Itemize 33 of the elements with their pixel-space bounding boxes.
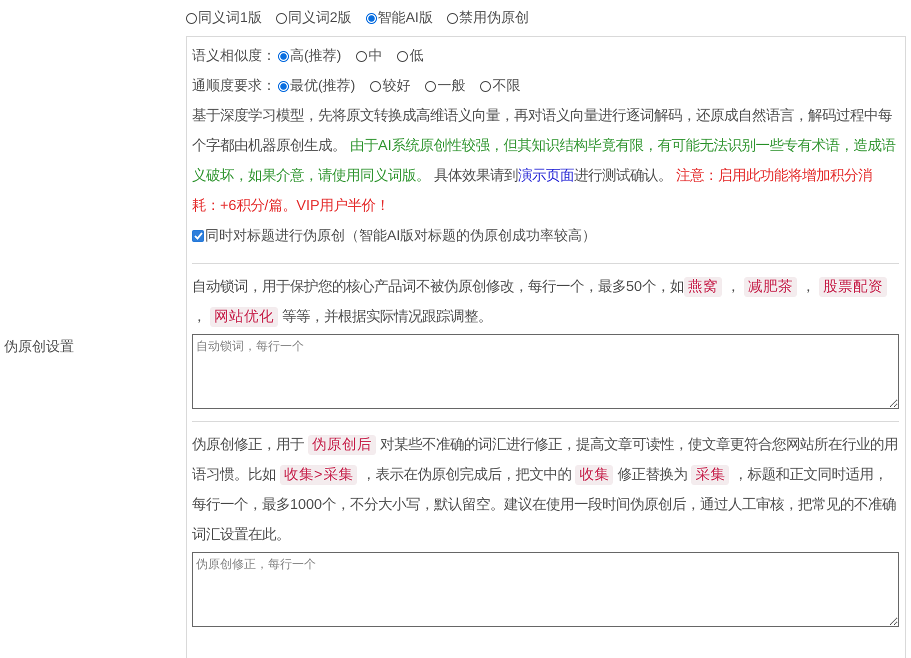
demo-page-link[interactable]: 演示页面 (518, 168, 574, 184)
title-checkbox-option[interactable]: 同时对标题进行伪原创（智能AI版对标题的伪原创成功率较高） (192, 221, 899, 251)
radio-button[interactable] (276, 12, 287, 24)
radio-option[interactable]: 禁用伪原创 (446, 9, 529, 27)
radio-option[interactable]: 较好 (370, 77, 410, 95)
section-label: 伪原创设置 (3, 338, 74, 356)
radio-option[interactable]: 同义词1版 (186, 9, 262, 27)
description-text: 基于深度学习模型，先将原文转换成高维语义向量，再对语义向量进行逐词解码，还原成自然语言，解码过程中每个字都由机器原创生成。 由于AI系统原创性较强，但其知识结构毕竟有限，有可能无法识别一些专有术语，造成语义破坏，如果介意，请使用同义词版。 具体效果请到演示页面进行测试确认。 注意：启用此功能将增加积分消耗：+6积分/篇。VIP用户半价！ (192, 106, 897, 216)
radio-button[interactable] (446, 12, 458, 24)
radio-option[interactable]: 中 (356, 47, 382, 65)
setting-label: 语义相似度： (192, 47, 276, 65)
radio-option[interactable]: 最优(推荐) (278, 77, 356, 95)
radio-option[interactable]: 不限 (480, 77, 520, 95)
description-text: 自动锁词，用于保护您的核心产品词不被伪原创修改，每行一个，最多50个，如 燕窝 ， 减肥茶 ， 股票配资 ， 网站优化 等等，并根据实际情况跟踪调整。 (192, 272, 899, 332)
radio-button[interactable] (480, 80, 492, 92)
radio-button[interactable] (278, 80, 289, 92)
description-text: 伪原创修正，用于 伪原创后 对某些不准确的词汇进行修正，提高文章可读性，使文章更符合您网站所在行业的用语习惯。比如 收集>采集 ，表示在伪原创完成后，把文中的 收集 修正替换为 采集 ，标题和正文同时适用，每行一个，最多1000个，不分大小写，默认留空。建议在使用一段时间伪原创后，通过人工审核，把常见的不准确词汇设置在此。 (192, 434, 899, 545)
radio-button[interactable] (370, 80, 382, 92)
radio-button[interactable] (186, 12, 197, 24)
radio-option[interactable]: 同义词2版 (276, 9, 352, 27)
radio-button[interactable] (366, 12, 377, 24)
radio-option[interactable]: 一般 (425, 77, 466, 95)
radio-button[interactable] (278, 50, 289, 62)
radio-option[interactable]: 高(推荐) (278, 47, 342, 65)
radio-button[interactable] (356, 50, 368, 62)
lock-words-field[interactable]: 自动锁词，每行一个 (192, 334, 899, 409)
radio-option[interactable]: 智能AI版 (366, 9, 433, 27)
radio-option[interactable]: 低 (397, 47, 424, 65)
setting-label: 通顺度要求： (192, 77, 276, 95)
radio-button[interactable] (397, 50, 408, 62)
checkbox[interactable] (192, 230, 204, 242)
corrections-field[interactable]: 伪原创修正，每行一个 (192, 552, 899, 627)
radio-button[interactable] (425, 80, 436, 92)
